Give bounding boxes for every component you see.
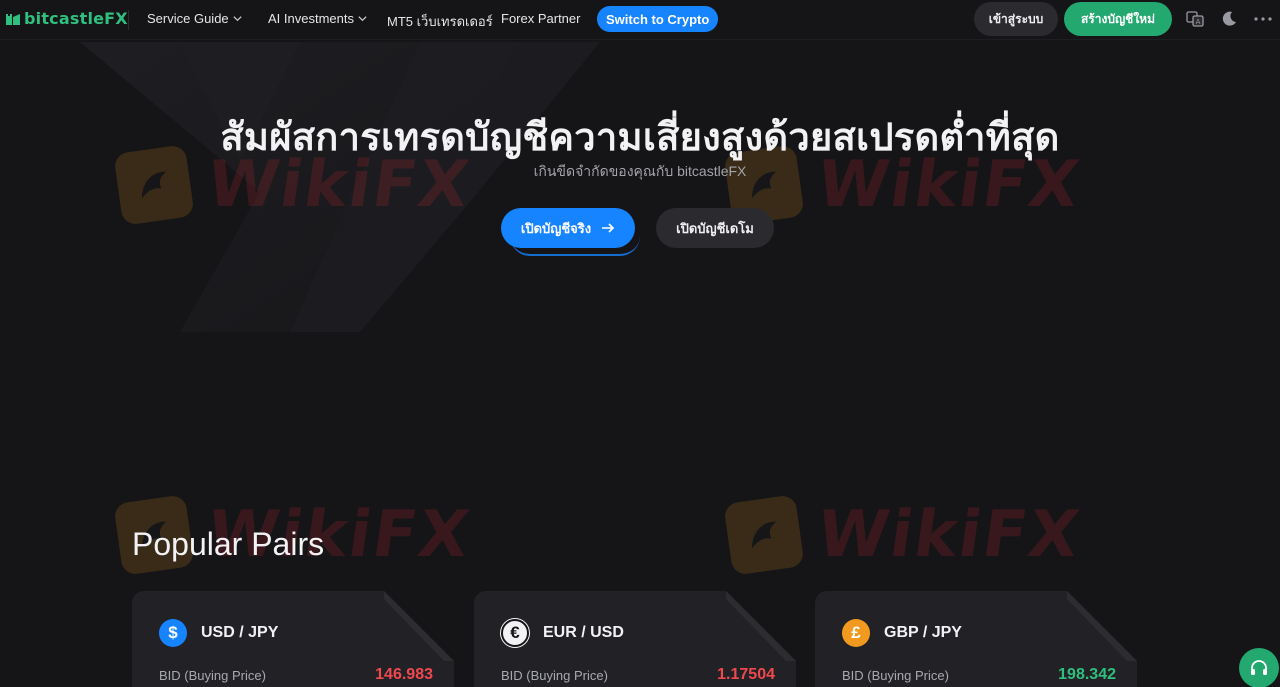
watermark: WikiFX (723, 494, 1085, 576)
currency-symbol: $ (168, 623, 178, 642)
watermark-text: WikiFX (812, 498, 1086, 572)
pair-header: € EUR / USD (501, 619, 624, 647)
support-chat-button[interactable] (1239, 648, 1279, 687)
dollar-icon: $ (159, 619, 187, 647)
castle-icon (6, 13, 20, 25)
hero-title: สัมผัสการเทรดบัญชีความเสี่ยงสูงด้วยสเปรด… (220, 117, 1060, 159)
login-button[interactable]: เข้าสู่ระบบ (974, 2, 1058, 36)
euro-icon: € (501, 619, 529, 647)
button-label: เปิดบัญชีจริง (520, 220, 592, 236)
nav-item-label: MT5 เว็บเทรดเดอร์ (387, 14, 493, 29)
pair-header: $ USD / JPY (159, 619, 278, 647)
brand-name: bitcastleFX (24, 9, 128, 28)
nav-divider (128, 10, 129, 30)
currency-symbol: £ (851, 623, 861, 642)
card-corner-decoration (1067, 591, 1137, 661)
register-button[interactable]: สร้างบัญชีใหม่ (1064, 2, 1172, 36)
watermark-logo-icon (723, 494, 805, 576)
bid-label: BID (Buying Price) (842, 668, 949, 683)
chevron-down-icon (233, 16, 242, 22)
arrow-right-icon (602, 223, 615, 233)
top-navbar: bitcastleFX Service Guide AI Investments… (0, 0, 1280, 40)
nav-item-label: AI Investments (268, 11, 354, 26)
switch-to-crypto-button[interactable]: Switch to Crypto (597, 6, 719, 32)
card-corner-decoration (726, 591, 796, 661)
pair-card[interactable]: £ GBP / JPY BID (Buying Price) 198.342 (815, 591, 1137, 687)
pair-name: USD / JPY (201, 624, 279, 641)
open-demo-account-button[interactable]: เปิดบัญชีเดโม (656, 208, 774, 248)
moon-icon[interactable] (1219, 9, 1239, 29)
nav-item-label: Forex Partner (501, 11, 581, 26)
translate-icon[interactable]: A (1185, 9, 1205, 29)
nav-item-service-guide[interactable]: Service Guide (147, 11, 243, 26)
page: WikiFX WikiFX WikiFX WikiFX bitcastleFX … (0, 0, 1280, 687)
nav-item-label: Service Guide (147, 11, 229, 26)
bid-value: 1.17504 (717, 666, 775, 683)
chevron-down-icon (358, 16, 367, 22)
svg-text:A: A (1196, 18, 1201, 26)
nav-item-ai-investments[interactable]: AI Investments (268, 11, 368, 26)
pair-card[interactable]: € EUR / USD BID (Buying Price) 1.17504 (474, 591, 796, 687)
nav-item-mt5-webtrader[interactable]: MT5 เว็บเทรดเดอร์ (387, 11, 493, 32)
hero-subtitle: เกินขีดจำกัดของคุณกับ bitcastleFX (533, 163, 747, 179)
pair-header: £ GBP / JPY (842, 619, 962, 647)
hero-background-shapes (80, 42, 600, 332)
currency-symbol: € (510, 623, 520, 642)
bid-label: BID (Buying Price) (501, 668, 608, 683)
section-title: Popular Pairs (132, 526, 325, 562)
headset-icon (1251, 660, 1267, 675)
pair-name: EUR / USD (543, 624, 624, 641)
pound-icon: £ (842, 619, 870, 647)
nav-item-forex-partner[interactable]: Forex Partner (501, 11, 580, 26)
card-corner-decoration (384, 591, 454, 661)
bid-value: 198.342 (1058, 666, 1116, 683)
bid-value: 146.983 (375, 666, 433, 683)
bid-label: BID (Buying Price) (159, 668, 266, 683)
open-real-account-button[interactable]: เปิดบัญชีจริง (501, 208, 635, 248)
pair-name: GBP / JPY (884, 624, 962, 641)
more-icon[interactable] (1253, 9, 1273, 29)
pair-card[interactable]: $ USD / JPY BID (Buying Price) 146.983 (132, 591, 454, 687)
brand-logo[interactable]: bitcastleFX (5, 9, 128, 28)
